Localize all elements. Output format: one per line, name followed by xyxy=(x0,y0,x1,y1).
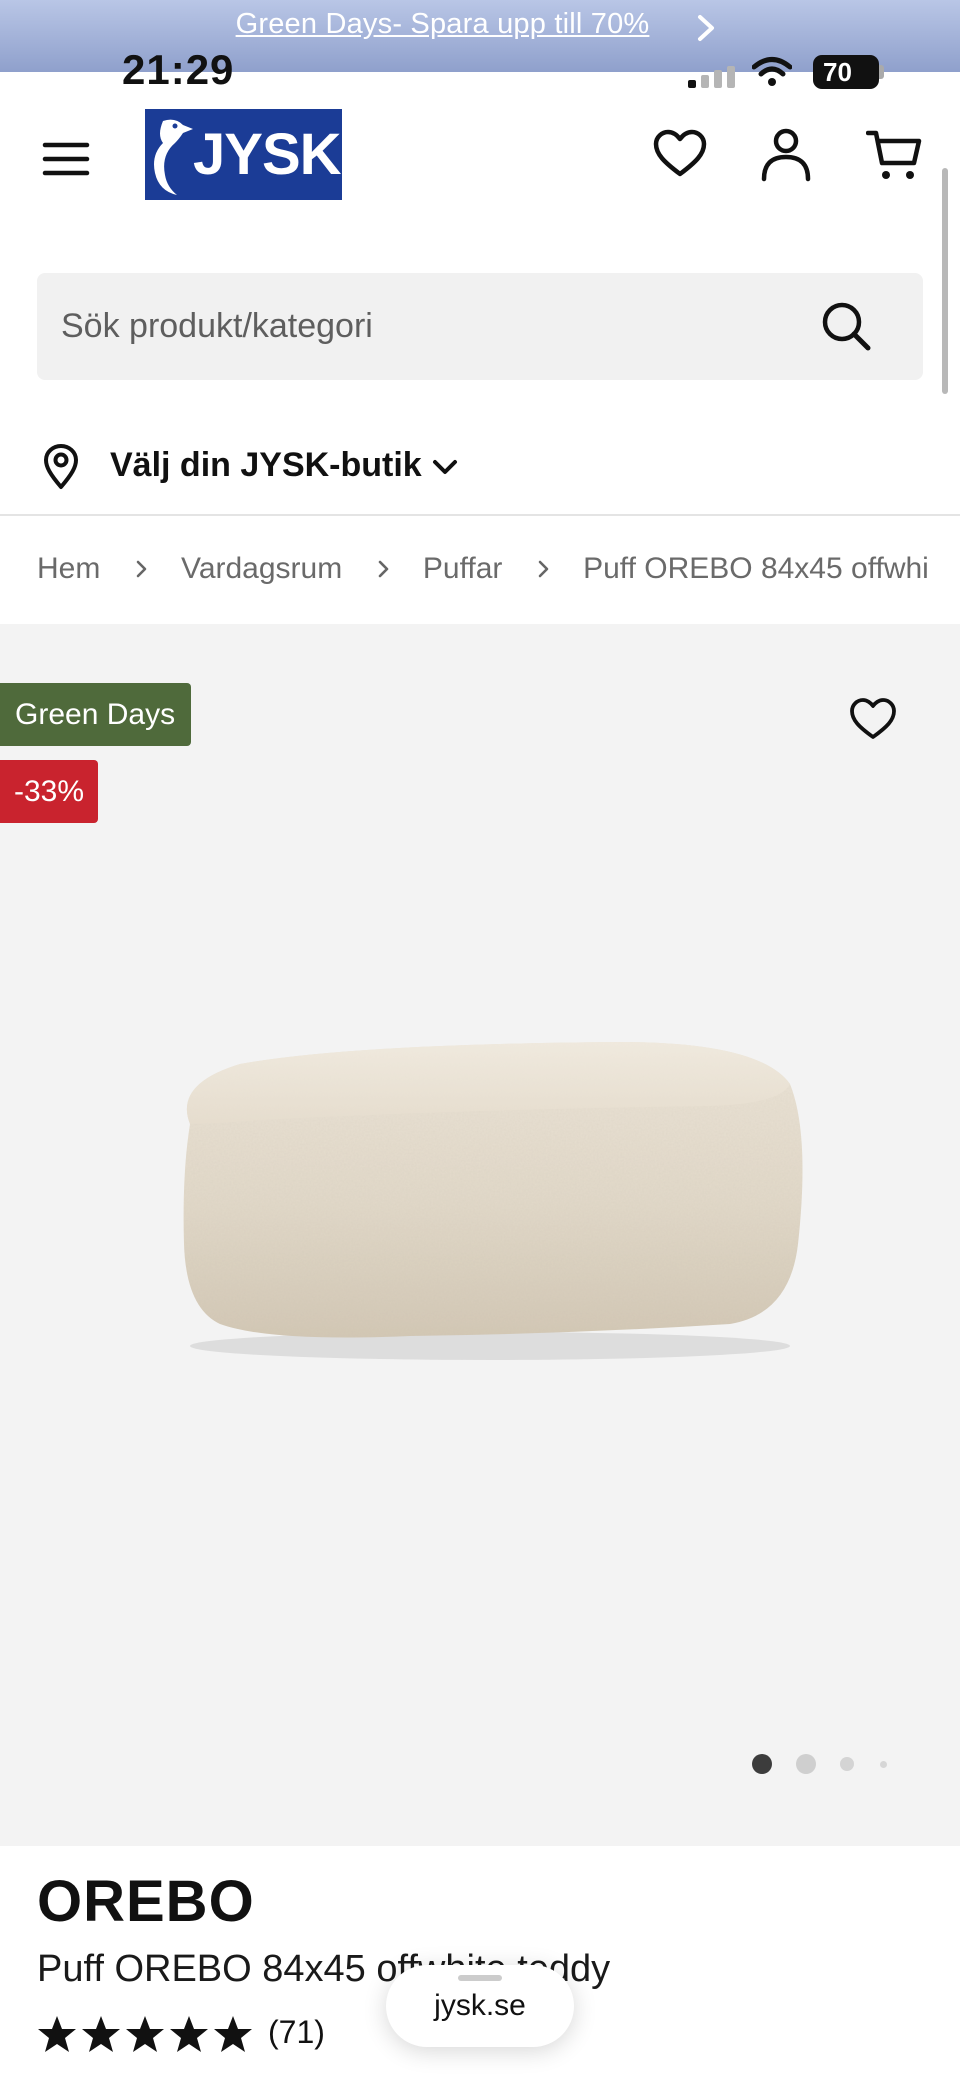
rating-count[interactable]: (71) xyxy=(268,2014,325,2051)
carousel-dot[interactable] xyxy=(840,1757,854,1771)
carousel-dot-active[interactable] xyxy=(752,1754,772,1774)
star-icon xyxy=(38,2016,76,2052)
breadcrumb-item-current: Puff OREBO 84x45 offwhite teddy xyxy=(583,552,927,586)
breadcrumb-item-home[interactable]: Hem xyxy=(37,552,100,586)
chevron-right-icon xyxy=(378,560,388,578)
chevron-right-icon xyxy=(538,560,549,578)
location-pin-icon xyxy=(44,444,78,489)
star-icon xyxy=(214,2016,252,2052)
account-user-icon[interactable] xyxy=(758,127,814,183)
search-input[interactable] xyxy=(61,273,821,380)
star-icon xyxy=(82,2016,120,2052)
breadcrumb: Hem Vardagsrum Puffar Puff OREBO 84x45 o… xyxy=(37,551,927,591)
browser-url: jysk.se xyxy=(434,1989,526,2022)
drag-handle xyxy=(458,1975,502,1981)
discount-badge: -33% xyxy=(0,760,98,823)
carousel-dot[interactable] xyxy=(796,1754,816,1774)
search-bar xyxy=(37,273,923,380)
star-icon xyxy=(126,2016,164,2052)
star-icon xyxy=(170,2016,208,2052)
product-image-pouf xyxy=(183,1042,803,1360)
wishlist-heart-icon[interactable] xyxy=(652,127,708,183)
promo-link[interactable]: Green Days- Spara upp till 70% xyxy=(0,8,885,41)
logo-text: JYSK xyxy=(193,122,342,187)
cart-icon[interactable] xyxy=(866,127,922,183)
browser-address-pill[interactable]: jysk.se xyxy=(386,1965,574,2047)
site-header: JYSK xyxy=(0,72,960,242)
chevron-down-icon xyxy=(433,460,457,474)
breadcrumb-item-puffar[interactable]: Puffar xyxy=(423,552,503,586)
store-selector-label: Välj din JYSK-butik xyxy=(110,446,422,484)
scrollbar[interactable] xyxy=(942,168,948,394)
store-selector[interactable]: Välj din JYSK-butik xyxy=(0,430,960,514)
campaign-badge: Green Days xyxy=(0,683,191,746)
product-brand: OREBO xyxy=(37,1869,255,1934)
search-icon[interactable] xyxy=(820,300,872,352)
bird-logo-icon xyxy=(154,119,193,195)
rating-stars[interactable] xyxy=(37,2014,257,2056)
menu-icon[interactable] xyxy=(42,137,90,181)
breadcrumb-item-vardagsrum[interactable]: Vardagsrum xyxy=(181,552,342,586)
chevron-right-icon xyxy=(136,560,146,578)
chevron-right-icon xyxy=(698,15,714,41)
product-gallery[interactable]: Green Days -33% xyxy=(0,624,960,1846)
carousel-dot[interactable] xyxy=(880,1761,887,1768)
add-to-wishlist-heart-icon[interactable] xyxy=(848,696,898,742)
divider xyxy=(0,514,960,516)
jysk-logo[interactable]: JYSK xyxy=(145,109,342,200)
